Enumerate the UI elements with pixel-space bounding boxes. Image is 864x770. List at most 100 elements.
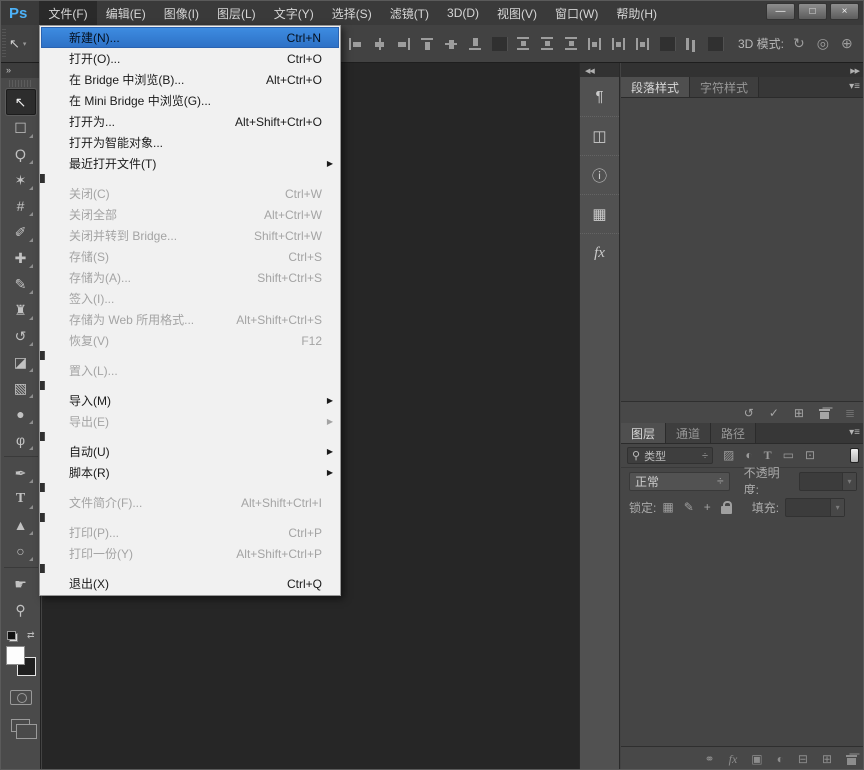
history-brush-tool[interactable]: ↺ xyxy=(6,323,36,349)
tab-channels[interactable]: 通道 xyxy=(666,423,711,443)
menu-type[interactable]: 文字(Y) xyxy=(265,1,323,25)
filter-smart-objects-icon[interactable]: ⊡ xyxy=(805,448,815,463)
menu-item-save-as[interactable]: 存储为(A)... Shift+Ctrl+S ▶ xyxy=(40,267,340,288)
opacity-dropdown[interactable]: ▾ xyxy=(799,472,857,491)
swatches-panel-icon[interactable]: ▦ xyxy=(580,194,619,233)
lock-transparency-icon[interactable]: ▦ xyxy=(662,500,673,514)
menu-item-save-for-web[interactable]: 存储为 Web 所用格式... Alt+Shift+Ctrl+S ▶ xyxy=(40,309,340,330)
align-horizontal-centers-button[interactable] xyxy=(372,37,387,51)
expand-panels-button[interactable]: ◀◀ xyxy=(580,63,619,77)
minimize-button[interactable]: — xyxy=(766,3,795,20)
styles-panel-icon[interactable]: fx xyxy=(580,233,619,272)
panel-menu-icon[interactable]: ▾≡ xyxy=(849,423,864,443)
adjustments-panel-icon[interactable]: ◫ xyxy=(580,116,619,155)
default-colors-icon[interactable] xyxy=(7,631,18,642)
filter-kind-dropdown[interactable]: ⚲ 类型 ÷ xyxy=(627,447,713,464)
maximize-button[interactable]: □ xyxy=(798,3,827,20)
filter-on-off-toggle[interactable] xyxy=(850,448,859,463)
blur-tool[interactable]: ● xyxy=(6,401,36,427)
tab-layers[interactable]: 图层 xyxy=(621,423,666,443)
quick-mask-button[interactable] xyxy=(10,690,32,705)
collapse-panels-button[interactable]: ▶▶ xyxy=(621,63,864,77)
menu-item-open-as[interactable]: 打开为... Alt+Shift+Ctrl+O ▶ xyxy=(40,111,340,132)
panel-options-icon[interactable]: ≣ xyxy=(845,406,855,420)
menu-item-check-in[interactable]: 签入(I)... ▶ xyxy=(40,288,340,309)
menu-separator[interactable]: ▶ xyxy=(40,174,44,183)
menu-separator[interactable]: ▶ xyxy=(40,432,44,441)
menu-item-place[interactable]: 置入(L)... ▶ xyxy=(40,360,340,381)
tab-character-styles[interactable]: 字符样式 xyxy=(690,77,759,97)
menu-item-open-recent[interactable]: 最近打开文件(T) ▶ xyxy=(40,153,340,174)
paragraph-panel-icon[interactable]: ¶ xyxy=(580,77,619,116)
brush-tool[interactable]: ✎ xyxy=(6,271,36,297)
filter-pixel-layers-icon[interactable]: ▨ xyxy=(723,448,734,463)
menu-item-close-all[interactable]: 关闭全部 Alt+Ctrl+W ▶ xyxy=(40,204,340,225)
gradient-tool[interactable]: ▧ xyxy=(6,375,36,401)
layer-style-button[interactable]: fx xyxy=(729,752,738,767)
tab-paragraph-styles[interactable]: 段落样式 xyxy=(621,77,690,97)
pen-tool[interactable]: ✒ xyxy=(6,460,36,486)
tool-preset-picker[interactable]: ↖ ▾ xyxy=(9,32,39,56)
menu-item-file-info[interactable]: 文件简介(F)... Alt+Shift+Ctrl+I ▶ xyxy=(40,492,340,513)
panel-menu-icon[interactable]: ▾≡ xyxy=(849,77,864,97)
filter-shape-layers-icon[interactable]: ▭ xyxy=(783,448,794,463)
paragraph-styles-list[interactable] xyxy=(621,98,864,401)
align-top-edges-button[interactable] xyxy=(420,37,435,51)
menu-separator[interactable]: ▶ xyxy=(40,483,44,492)
menu-item-new[interactable]: 新建(N)... Ctrl+N ▶ xyxy=(41,27,339,48)
new-style-button[interactable]: ⊞ xyxy=(794,406,804,420)
menu-separator[interactable]: ▶ xyxy=(40,564,44,573)
distribute-right-edges-button[interactable] xyxy=(636,37,651,51)
menu-item-print-one-copy[interactable]: 打印一份(Y) Alt+Shift+Ctrl+P ▶ xyxy=(40,543,340,564)
lock-all-icon[interactable] xyxy=(721,501,732,514)
redefine-style-button[interactable]: ✓ xyxy=(769,406,779,420)
quick-selection-tool[interactable]: ✶ xyxy=(6,167,36,193)
new-group-button[interactable]: ⊟ xyxy=(798,752,808,766)
distribute-left-edges-button[interactable] xyxy=(588,37,603,51)
foreground-color-swatch[interactable] xyxy=(6,646,25,665)
clear-override-button[interactable]: ↺ xyxy=(744,406,754,420)
menu-item-scripts[interactable]: 脚本(R) ▶ xyxy=(40,462,340,483)
swap-colors-icon[interactable]: ⇄ xyxy=(27,630,35,641)
eyedropper-tool[interactable]: ✐ xyxy=(6,219,36,245)
screen-mode-button[interactable] xyxy=(11,719,30,732)
type-tool[interactable]: T xyxy=(6,486,36,512)
menu-item-automate[interactable]: 自动(U) ▶ xyxy=(40,441,340,462)
toolbox-grip[interactable] xyxy=(9,80,32,87)
distribute-vertical-centers-button[interactable] xyxy=(540,37,555,51)
close-button[interactable]: × xyxy=(830,3,859,20)
menu-view[interactable]: 视图(V) xyxy=(488,1,546,25)
auto-align-layers-button[interactable] xyxy=(684,37,699,51)
adjustment-layer-button[interactable]: ◐ xyxy=(777,752,784,766)
menu-separator[interactable]: ▶ xyxy=(40,381,44,390)
3d-rotate-icon[interactable]: ↻ xyxy=(793,35,805,52)
blend-mode-dropdown[interactable]: 正常 ÷ xyxy=(629,472,730,491)
add-layer-mask-button[interactable]: ▣ xyxy=(751,752,762,766)
move-tool[interactable]: ↖ xyxy=(6,89,36,115)
3d-drag-icon[interactable]: ⊕ xyxy=(841,35,853,52)
align-left-edges-button[interactable] xyxy=(348,37,363,51)
tab-paths[interactable]: 路径 xyxy=(711,423,756,443)
align-right-edges-button[interactable] xyxy=(396,37,411,51)
menu-item-print[interactable]: 打印(P)... Ctrl+P ▶ xyxy=(40,522,340,543)
menu-layer[interactable]: 图层(L) xyxy=(208,1,265,25)
distribute-bottom-edges-button[interactable] xyxy=(564,37,579,51)
link-layers-button[interactable]: ⚭ xyxy=(705,752,715,766)
eraser-tool[interactable]: ◪ xyxy=(6,349,36,375)
menu-item-save[interactable]: 存储(S) Ctrl+S ▶ xyxy=(40,246,340,267)
menu-item-browse-bridge[interactable]: 在 Bridge 中浏览(B)... Alt+Ctrl+O ▶ xyxy=(40,69,340,90)
healing-brush-tool[interactable]: ✚ xyxy=(6,245,36,271)
separator[interactable] xyxy=(492,37,507,51)
menu-file[interactable]: 文件(F) xyxy=(39,1,96,25)
distribute-horizontal-centers-button[interactable] xyxy=(612,37,627,51)
align-bottom-edges-button[interactable] xyxy=(468,37,483,51)
menu-select[interactable]: 选择(S) xyxy=(323,1,381,25)
menu-item-open[interactable]: 打开(O)... Ctrl+O ▶ xyxy=(40,48,340,69)
lock-position-icon[interactable]: + xyxy=(704,500,711,514)
menu-item-revert[interactable]: 恢复(V) F12 ▶ xyxy=(40,330,340,351)
menu-item-export[interactable]: 导出(E) ▶ xyxy=(40,411,340,432)
menu-window[interactable]: 窗口(W) xyxy=(546,1,607,25)
menu-separator[interactable]: ▶ xyxy=(40,513,44,522)
path-selection-tool[interactable]: ▲ xyxy=(6,512,36,538)
distribute-top-edges-button[interactable] xyxy=(516,37,531,51)
